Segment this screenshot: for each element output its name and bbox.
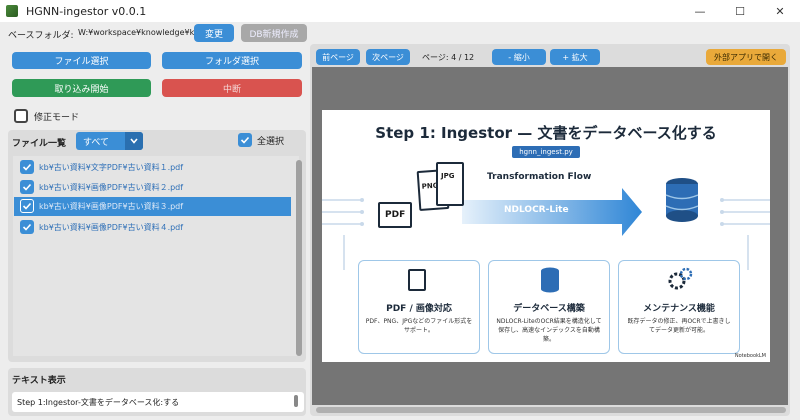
viewer-horizontal-scrollbar[interactable] (316, 407, 786, 413)
card-text: PDF、PNG、JPGなどのファイル形式をサポート。 (365, 318, 473, 334)
check-icon (240, 136, 250, 144)
zoom-in-button[interactable]: + 拡大 (550, 49, 600, 65)
list-item-selected[interactable]: kb¥古い資料¥画像PDF¥古い資料３.pdf (14, 197, 291, 216)
file-name: kb¥古い資料¥画像PDF¥古い資料２.pdf (39, 183, 184, 192)
slide-title: Step 1: Ingestor — 文書をデータベース化する (375, 124, 717, 142)
file-checkbox[interactable] (20, 180, 34, 194)
feature-card: PDF / 画像対応 PDF、PNG、JPGなどのファイル形式をサポート。 (358, 260, 480, 354)
card-title: PDF / 画像対応 (386, 304, 452, 314)
change-folder-button[interactable]: 変更 (194, 24, 234, 42)
file-checkbox[interactable] (20, 199, 34, 213)
file-select-button[interactable]: ファイル選択 (12, 52, 151, 69)
feature-card: データベース構築 NDLOCR-LiteのOCR結果を構造化して保存し、高速なイ… (488, 260, 610, 354)
page-info: ページ: 4 / 12 (422, 53, 475, 62)
minimize-button[interactable]: — (680, 0, 720, 22)
chevron-down-icon (125, 132, 143, 150)
title-bar: HGNN-ingestor v0.0.1 — ☐ ✕ (0, 0, 800, 22)
card-text: NDLOCR-LiteのOCR結果を構造化して保存し、高速なインデックスを自動構… (496, 318, 602, 343)
document-icon: JPG (436, 162, 464, 206)
select-all-checkbox[interactable] (238, 133, 252, 147)
gears-icon (668, 267, 693, 290)
pdf-icon: PDF (378, 202, 412, 228)
file-list-label: ファイル一覧 (12, 139, 67, 149)
list-item[interactable]: kb¥古い資料¥文字PDF¥古い資料１.pdf (14, 158, 291, 177)
maximize-button[interactable]: ☐ (720, 0, 760, 22)
folder-select-button[interactable]: フォルダ選択 (162, 52, 302, 69)
text-display-value: Step 1:Ingestor-文書をデータベース化:する (17, 398, 180, 407)
ocr-label: NDLOCR-Lite (504, 205, 569, 215)
filter-dropdown[interactable]: すべて (76, 132, 143, 150)
check-icon (22, 163, 32, 171)
check-icon (22, 183, 32, 191)
feature-card: メンテナンス機能 既存データの修正、再OCRで上書きしてデータ更新が可能。 (618, 260, 740, 354)
watermark: NotebookLM (734, 353, 766, 359)
list-item[interactable]: kb¥古い資料¥画像PDF¥古い資料４.pdf (14, 218, 291, 237)
file-share-icon (408, 269, 426, 291)
base-folder-label: ベースフォルダ: (8, 31, 74, 41)
close-button[interactable]: ✕ (760, 0, 800, 22)
list-item[interactable]: kb¥古い資料¥画像PDF¥古い資料２.pdf (14, 178, 291, 197)
file-name: kb¥古い資料¥画像PDF¥古い資料４.pdf (39, 223, 184, 232)
text-display-box[interactable]: Step 1:Ingestor-文書をデータベース化:する (12, 392, 304, 412)
text-display-label: テキスト表示 (12, 376, 66, 386)
card-title: メンテナンス機能 (643, 304, 715, 314)
check-icon (22, 223, 32, 231)
prev-page-button[interactable]: 前ページ (316, 49, 360, 65)
document-page: Step 1: Ingestor — 文書をデータベース化する hgnn_ing… (322, 110, 770, 362)
card-text: 既存データの修正、再OCRで上書きしてデータ更新が可能。 (627, 318, 731, 334)
filter-value: すべて (83, 138, 110, 148)
database-icon (665, 178, 699, 222)
base-folder-path: W:¥workspace¥knowledge¥kb (78, 28, 200, 37)
app-icon (6, 5, 18, 17)
start-import-button[interactable]: 取り込み開始 (12, 79, 151, 97)
file-list-scrollbar[interactable] (296, 160, 302, 356)
select-all-label: 全選択 (257, 137, 285, 147)
file-name: kb¥古い資料¥画像PDF¥古い資料３.pdf (39, 202, 184, 211)
flow-label: Transformation Flow (487, 172, 592, 182)
file-checkbox[interactable] (20, 220, 34, 234)
window-title: HGNN-ingestor v0.0.1 (26, 4, 147, 18)
text-scrollbar[interactable] (294, 395, 298, 407)
db-create-button[interactable]: DB新規作成 (241, 24, 307, 42)
check-icon (22, 202, 32, 210)
edit-mode-label: 修正モード (34, 113, 80, 123)
abort-button[interactable]: 中断 (162, 79, 302, 97)
open-external-button[interactable]: 外部アプリで開く (706, 49, 786, 65)
next-page-button[interactable]: 次ページ (366, 49, 410, 65)
database-icon (541, 267, 559, 293)
file-checkbox[interactable] (20, 160, 34, 174)
edit-mode-checkbox[interactable] (14, 109, 28, 123)
file-name: kb¥古い資料¥文字PDF¥古い資料１.pdf (39, 163, 184, 172)
zoom-out-button[interactable]: - 縮小 (492, 49, 546, 65)
slide-tag: hgnn_ingest.py (512, 146, 580, 158)
card-title: データベース構築 (513, 304, 585, 314)
